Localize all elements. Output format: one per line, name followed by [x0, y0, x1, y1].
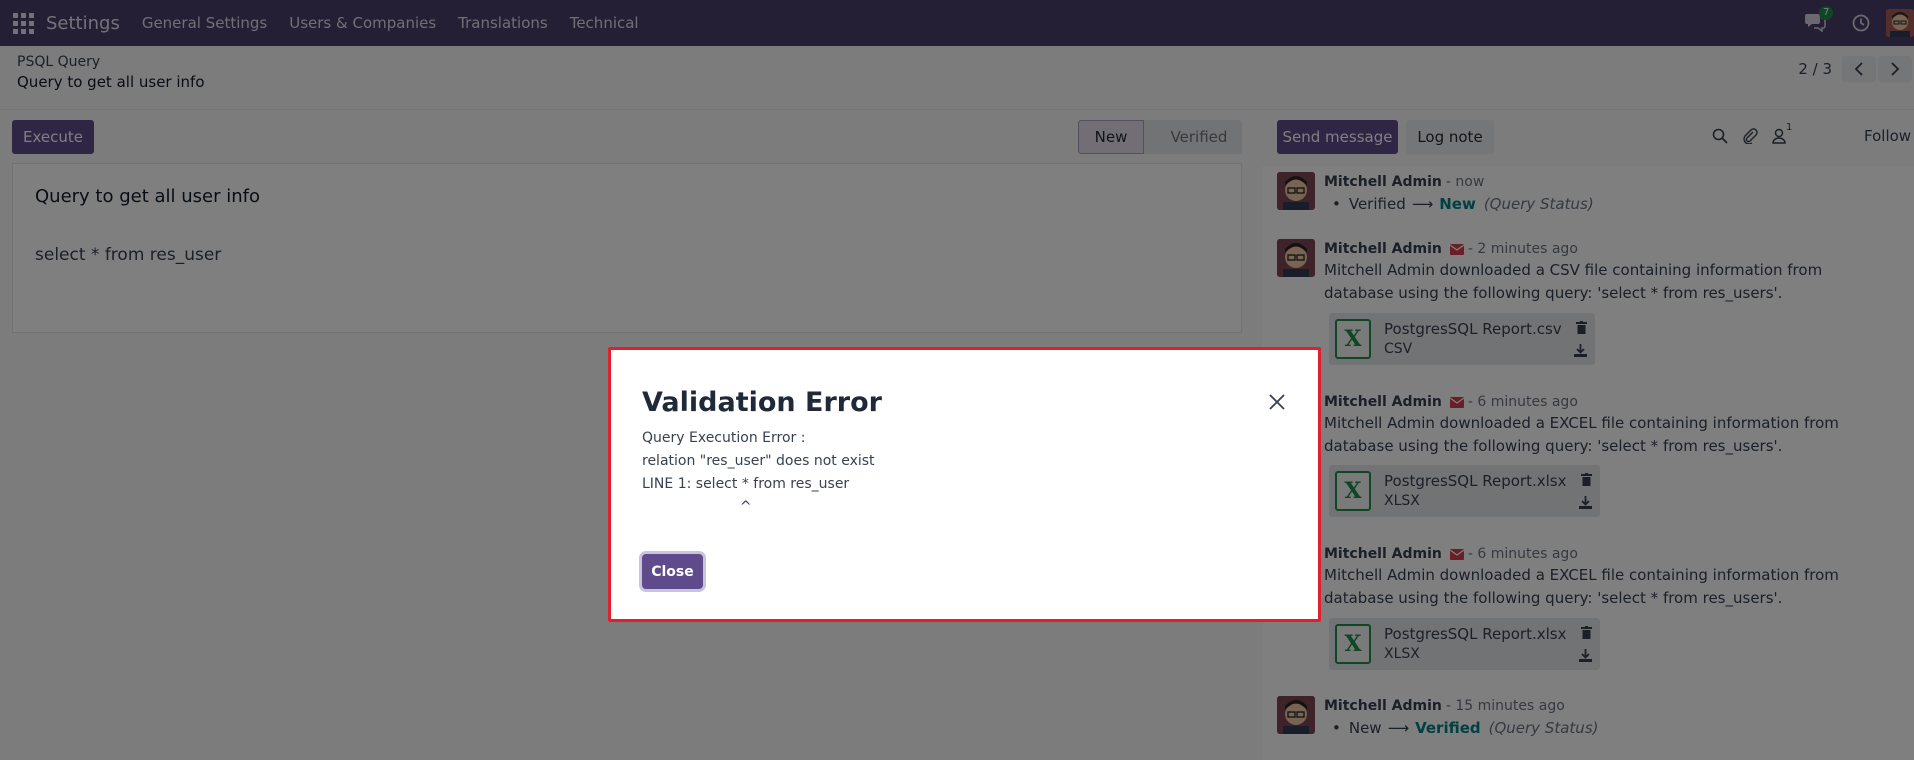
dialog-message: Query Execution Error : relation "res_us… [642, 430, 875, 515]
close-button[interactable]: Close [642, 554, 703, 589]
dialog-title: Validation Error [642, 387, 882, 418]
validation-error-dialog: Validation Error Query Execution Error :… [608, 347, 1321, 622]
close-icon[interactable] [1268, 393, 1286, 415]
